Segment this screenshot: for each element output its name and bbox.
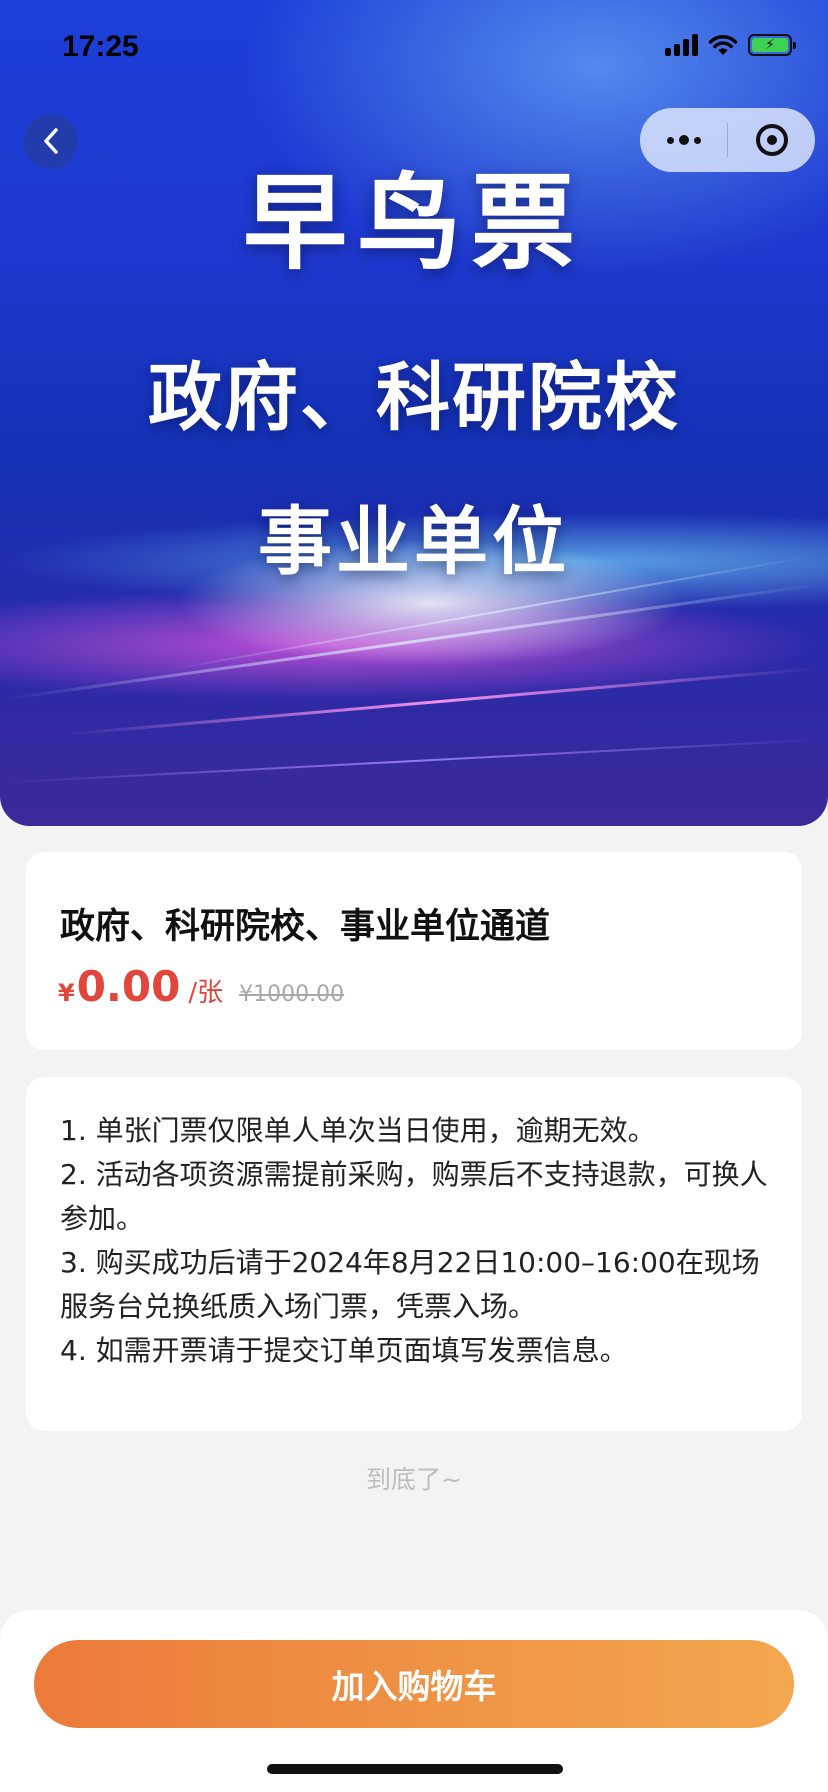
more-button[interactable] (640, 108, 727, 172)
product-card: 政府、科研院校、事业单位通道 ¥ 0.00 /张 ¥1000.00 (26, 852, 802, 1050)
end-of-list-text: 到底了~ (366, 1465, 462, 1494)
close-miniapp-button[interactable] (728, 108, 815, 172)
light-streak (0, 738, 828, 784)
add-to-cart-button[interactable]: 加入购物车 (34, 1640, 794, 1728)
banner-subtitle-line2: 事业单位 (258, 499, 570, 585)
signal-icon (665, 34, 698, 56)
product-name: 政府、科研院校、事业单位通道 (60, 907, 551, 947)
currency-symbol: ¥ (58, 979, 75, 1007)
price-value: 0.00 (76, 962, 181, 1011)
status-time: 17:25 (62, 30, 139, 63)
original-price: ¥1000.00 (239, 982, 345, 1007)
status-icons: ⚡ (665, 34, 796, 56)
more-dots-icon (666, 135, 701, 145)
notice-list: 1. 单张门票仅限单人单次当日使用，逾期无效。 2. 活动各项资源需提前采购，购… (60, 1109, 780, 1373)
banner-subtitle-line1: 政府、科研院校 (148, 355, 680, 441)
target-circle-icon (755, 124, 788, 156)
notice-item: 4. 如需开票请于提交订单页面填写发票信息。 (60, 1334, 628, 1367)
price-unit: /张 (188, 978, 224, 1008)
price-row: ¥ 0.00 /张 ¥1000.00 (58, 962, 344, 1011)
light-streak (3, 582, 825, 701)
notice-item: 2. 活动各项资源需提前采购，购票后不支持退款，可换人参加。 (60, 1158, 768, 1235)
notice-item: 1. 单张门票仅限单人单次当日使用，逾期无效。 (60, 1114, 656, 1147)
battery-charging-icon: ⚡ (748, 34, 796, 56)
miniapp-capsule (640, 108, 815, 172)
back-button[interactable] (24, 114, 78, 168)
chevron-left-icon (44, 128, 58, 154)
notice-card: 1. 单张门票仅限单人单次当日使用，逾期无效。 2. 活动各项资源需提前采购，购… (26, 1077, 802, 1431)
light-streak (61, 666, 819, 737)
bottom-action-bar: 加入购物车 (0, 1610, 828, 1792)
notice-item: 3. 购买成功后请于2024年8月22日10:00–16:00在现场服务台兑换纸… (60, 1246, 760, 1323)
home-indicator (267, 1764, 563, 1774)
wifi-icon (708, 35, 738, 55)
